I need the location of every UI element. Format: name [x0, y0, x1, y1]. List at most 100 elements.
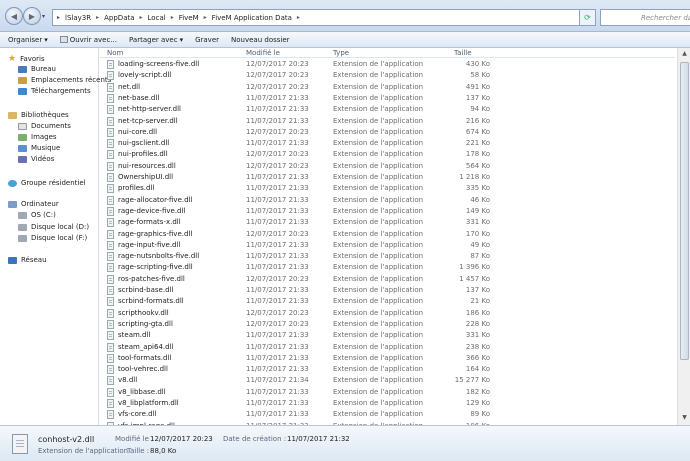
- table-row[interactable]: vfs-core.dll 11/07/2017 21:33 Extension de…: [100, 409, 675, 420]
- table-row[interactable]: tool-formats.dll 11/07/2017 21:33 Extensio…: [100, 353, 675, 364]
- sidebar-item-network[interactable]: Réseau: [8, 256, 47, 264]
- file-name[interactable]: v8_libplatform.dll: [118, 399, 179, 407]
- file-name[interactable]: scripting-gta.dll: [118, 320, 173, 328]
- file-name[interactable]: vfs-core.dll: [118, 410, 157, 418]
- table-row[interactable]: v8_libplatform.dll 11/07/2017 21:33 Extens…: [100, 398, 675, 409]
- sidebar-item-drive-f[interactable]: Disque local (F:): [18, 234, 87, 242]
- file-name[interactable]: scripthookv.dll: [118, 309, 169, 317]
- breadcrumb-item[interactable]: lSlay3R: [65, 14, 91, 22]
- table-row[interactable]: scripting-gta.dll 12/07/2017 20:23 Extensi…: [100, 319, 675, 330]
- file-name[interactable]: nui-resources.dll: [118, 162, 176, 170]
- file-name[interactable]: rage-device-five.dll: [118, 207, 185, 215]
- table-row[interactable]: ros-patches-five.dll 12/07/2017 20:23 Exte…: [100, 274, 675, 285]
- table-row[interactable]: net.dll 12/07/2017 20:23 Extension de l'ap…: [100, 82, 675, 93]
- table-row[interactable]: rage-device-five.dll 11/07/2017 21:33 Exte…: [100, 206, 675, 217]
- file-name[interactable]: rage-graphics-five.dll: [118, 230, 192, 238]
- sidebar-item-computer[interactable]: Ordinateur: [8, 200, 59, 208]
- forward-button[interactable]: ▶: [23, 7, 41, 25]
- history-dropdown-icon[interactable]: ▾: [42, 13, 45, 20]
- sidebar-item-recent[interactable]: Emplacements récents: [18, 76, 111, 84]
- table-row[interactable]: rage-formats-x.dll 11/07/2017 21:33 Extens…: [100, 217, 675, 228]
- sidebar-item-downloads[interactable]: Téléchargements: [18, 87, 91, 95]
- table-row[interactable]: tool-vehrec.dll 11/07/2017 21:33 Extension…: [100, 364, 675, 375]
- chevron-right-icon[interactable]: ▸: [96, 14, 99, 21]
- table-row[interactable]: v8_libbase.dll 11/07/2017 21:33 Extension …: [100, 387, 675, 398]
- breadcrumb-item[interactable]: FiveM Application Data: [212, 14, 292, 22]
- column-header-size[interactable]: Taille: [454, 49, 472, 57]
- table-row[interactable]: v8.dll 11/07/2017 21:34 Extension de l'app…: [100, 375, 675, 386]
- sidebar-item-documents[interactable]: Documents: [18, 122, 71, 130]
- vertical-scrollbar[interactable]: ▲ ▼: [677, 48, 690, 425]
- table-row[interactable]: rage-input-five.dll 11/07/2017 21:33 Exten…: [100, 240, 675, 251]
- back-button[interactable]: ◀: [5, 7, 23, 25]
- table-row[interactable]: scrbind-formats.dll 11/07/2017 21:33 Exten…: [100, 296, 675, 307]
- burn-button[interactable]: Graver: [195, 36, 219, 44]
- file-name[interactable]: tool-vehrec.dll: [118, 365, 168, 373]
- sidebar-item-music[interactable]: Musique: [18, 144, 60, 152]
- file-name[interactable]: OwnershipUI.dll: [118, 173, 173, 181]
- breadcrumb-item[interactable]: FiveM: [179, 14, 199, 22]
- sidebar-item-images[interactable]: Images: [18, 133, 57, 141]
- file-name[interactable]: net-tcp-server.dll: [118, 117, 178, 125]
- table-row[interactable]: OwnershipUI.dll 11/07/2017 21:33 Extension…: [100, 172, 675, 183]
- table-row[interactable]: scripthookv.dll 12/07/2017 20:23 Extension…: [100, 308, 675, 319]
- scrollbar-thumb[interactable]: [680, 62, 689, 360]
- file-name[interactable]: rage-formats-x.dll: [118, 218, 181, 226]
- file-name[interactable]: net-http-server.dll: [118, 105, 181, 113]
- table-row[interactable]: lovely-script.dll 12/07/2017 20:23 Extensi…: [100, 70, 675, 81]
- sidebar-item-drive-d[interactable]: Disque local (D:): [18, 223, 89, 231]
- file-name[interactable]: v8_libbase.dll: [118, 388, 166, 396]
- table-row[interactable]: loading-screens-five.dll 12/07/2017 20:23…: [100, 59, 675, 70]
- table-row[interactable]: rage-scripting-five.dll 11/07/2017 21:33 E…: [100, 262, 675, 273]
- refresh-button[interactable]: ⟳: [580, 9, 596, 26]
- file-name[interactable]: nui-profiles.dll: [118, 150, 168, 158]
- file-name[interactable]: nui-gsclient.dll: [118, 139, 169, 147]
- file-name[interactable]: lovely-script.dll: [118, 71, 171, 79]
- file-name[interactable]: profiles.dll: [118, 184, 154, 192]
- table-row[interactable]: nui-resources.dll 12/07/2017 20:23 Extensi…: [100, 161, 675, 172]
- chevron-right-icon[interactable]: ▸: [297, 14, 300, 21]
- table-row[interactable]: steam_api64.dll 11/07/2017 21:33 Extension…: [100, 342, 675, 353]
- file-name[interactable]: steam.dll: [118, 331, 150, 339]
- table-row[interactable]: net-http-server.dll 11/07/2017 21:33 Exten…: [100, 104, 675, 115]
- scroll-down-icon[interactable]: ▼: [680, 414, 689, 423]
- file-name[interactable]: net-base.dll: [118, 94, 159, 102]
- file-name[interactable]: scrbind-base.dll: [118, 286, 173, 294]
- breadcrumb[interactable]: ▸ lSlay3R ▸ AppData ▸ Local ▸ FiveM ▸ Fi…: [52, 9, 580, 26]
- new-folder-button[interactable]: Nouveau dossier: [231, 36, 290, 44]
- sidebar-item-desktop[interactable]: Bureau: [18, 65, 56, 73]
- table-row[interactable]: nui-profiles.dll 12/07/2017 20:23 Extensio…: [100, 149, 675, 160]
- scroll-up-icon[interactable]: ▲: [680, 50, 689, 59]
- table-row[interactable]: net-tcp-server.dll 11/07/2017 21:33 Extens…: [100, 116, 675, 127]
- sidebar-item-drive-c[interactable]: OS (C:): [18, 211, 56, 219]
- file-name[interactable]: scrbind-formats.dll: [118, 297, 184, 305]
- file-name[interactable]: rage-scripting-five.dll: [118, 263, 193, 271]
- file-name[interactable]: tool-formats.dll: [118, 354, 171, 362]
- file-name[interactable]: loading-screens-five.dll: [118, 60, 199, 68]
- table-row[interactable]: steam.dll 11/07/2017 21:33 Extension de l'…: [100, 330, 675, 341]
- table-row[interactable]: nui-gsclient.dll 11/07/2017 21:33 Extensio…: [100, 138, 675, 149]
- organize-button[interactable]: Organiser ▾: [8, 36, 48, 44]
- breadcrumb-item[interactable]: Local: [148, 14, 166, 22]
- chevron-right-icon[interactable]: ▸: [171, 14, 174, 21]
- file-name[interactable]: net.dll: [118, 83, 140, 91]
- table-row[interactable]: nui-core.dll 12/07/2017 20:23 Extension de…: [100, 127, 675, 138]
- sidebar-item-favorites[interactable]: ★ Favoris: [8, 54, 45, 64]
- sidebar-item-homegroup[interactable]: Groupe résidentiel: [8, 179, 86, 187]
- file-name[interactable]: rage-nutsnbolts-five.dll: [118, 252, 199, 260]
- table-row[interactable]: rage-allocator-five.dll 11/07/2017 21:33 E…: [100, 195, 675, 206]
- chevron-right-icon[interactable]: ▸: [204, 14, 207, 21]
- open-with-button[interactable]: Ouvrir avec...: [59, 36, 117, 44]
- file-name[interactable]: ros-patches-five.dll: [118, 275, 185, 283]
- table-row[interactable]: rage-graphics-five.dll 12/07/2017 20:23 Ex…: [100, 229, 675, 240]
- chevron-right-icon[interactable]: ▸: [140, 14, 143, 21]
- table-row[interactable]: scrbind-base.dll 11/07/2017 21:33 Extensio…: [100, 285, 675, 296]
- column-header-modified[interactable]: Modifié le: [246, 49, 280, 57]
- table-row[interactable]: net-base.dll 11/07/2017 21:33 Extension de…: [100, 93, 675, 104]
- column-header-name[interactable]: Nom: [107, 49, 123, 57]
- sidebar-item-libraries[interactable]: Bibliothèques: [8, 111, 69, 119]
- table-row[interactable]: rage-nutsnbolts-five.dll 11/07/2017 21:33…: [100, 251, 675, 262]
- search-input[interactable]: Rechercher dans : FiveM Application Data: [600, 9, 690, 26]
- file-name[interactable]: steam_api64.dll: [118, 343, 173, 351]
- share-with-button[interactable]: Partager avec ▾: [129, 36, 183, 44]
